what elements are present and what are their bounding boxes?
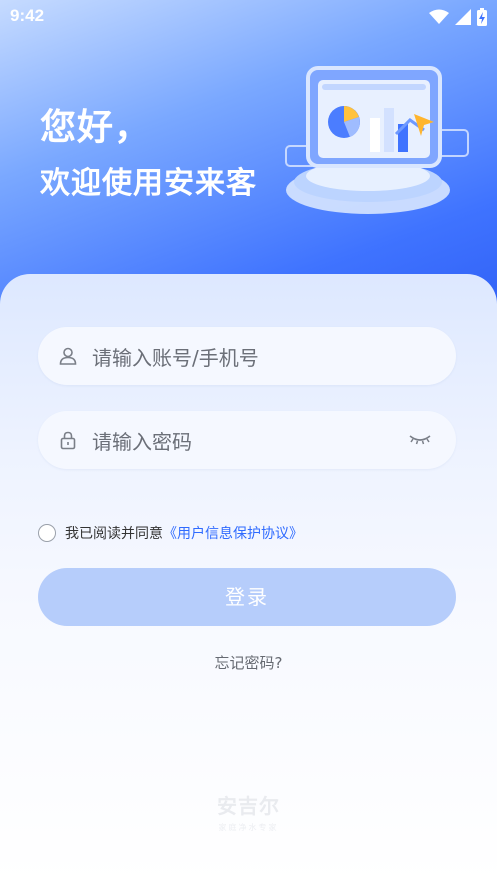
forgot-password-link[interactable]: 忘记密码? [0,652,497,673]
agreement-row: 我已阅读并同意 《用户信息保护协议》 [38,520,303,546]
eye-closed-icon[interactable] [408,431,432,447]
wifi-icon [429,9,449,24]
welcome-title: 欢迎使用安来客 [40,166,257,201]
watermark-logo: 安吉尔 [217,794,280,818]
user-icon [59,347,77,365]
status-bar: 9:42 [0,0,497,34]
privacy-agreement-link[interactable]: 《用户信息保护协议》 [163,523,303,543]
watermark-slogan: 家庭净水专家 [218,823,279,832]
battery-icon [477,8,487,26]
status-icons [429,8,487,26]
login-button[interactable]: 登录 [38,568,456,626]
account-input[interactable]: 请输入账号/手机号 [92,342,259,371]
analytics-illustration [285,66,469,214]
lock-icon [60,431,76,450]
status-time: 9:42 [10,6,45,25]
agree-text: 我已阅读并同意 [65,526,163,542]
signal-icon [455,9,471,25]
account-field[interactable]: 请输入账号/手机号 [38,327,456,385]
greeting-title: 您好， [40,107,152,148]
password-field[interactable]: 请输入密码 [38,411,456,469]
agree-radio[interactable] [38,524,56,542]
password-input[interactable]: 请输入密码 [92,426,192,455]
